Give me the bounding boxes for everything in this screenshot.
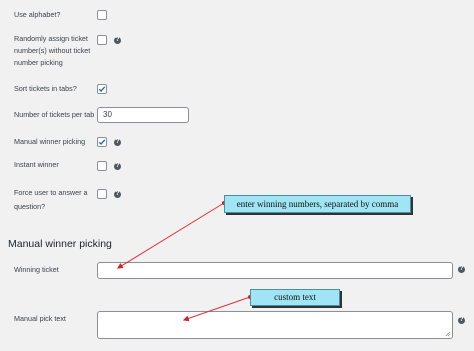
custom-text-callout: custom text bbox=[250, 289, 340, 306]
winning-arrow bbox=[116, 202, 225, 269]
winning-numbers-callout: enter winning numbers, separated by comm… bbox=[224, 195, 411, 213]
annotation-arrows bbox=[116, 201, 252, 322]
custom-arrow bbox=[182, 296, 251, 322]
